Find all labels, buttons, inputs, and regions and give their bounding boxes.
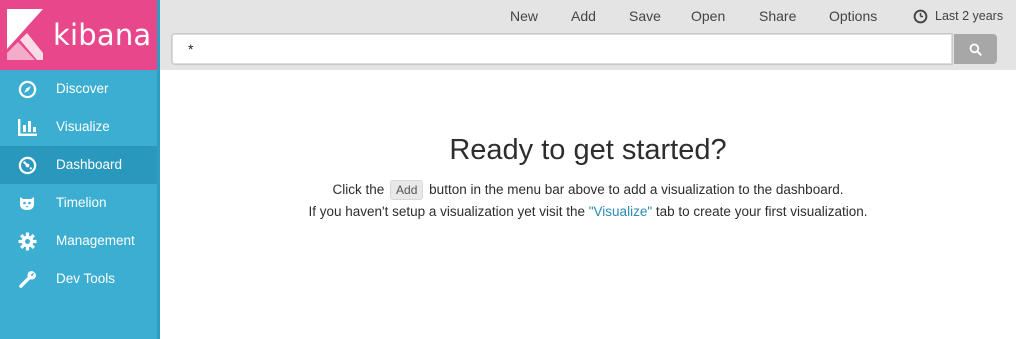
sidebar-item-label: Timelion xyxy=(56,195,107,210)
instruction-text: Click the xyxy=(332,182,385,197)
kibana-logo-icon xyxy=(7,9,43,60)
kibana-logo[interactable]: kibana xyxy=(0,0,160,70)
gear-icon xyxy=(17,231,37,251)
help-text: If you haven't setup a visualization yet… xyxy=(308,204,585,219)
options-button[interactable]: Options xyxy=(829,7,877,25)
open-button[interactable]: Open xyxy=(691,7,725,25)
search-input[interactable] xyxy=(171,33,953,65)
share-button[interactable]: Share xyxy=(759,7,796,25)
add-button[interactable]: Add xyxy=(571,7,596,25)
bar-chart-icon xyxy=(17,118,37,136)
sidebar-item-label: Visualize xyxy=(56,119,110,134)
compass-icon xyxy=(17,80,37,98)
sidebar-item-dashboard[interactable]: Dashboard xyxy=(0,146,157,184)
sidebar-item-timelion[interactable]: Timelion xyxy=(0,184,157,222)
sidebar: kibana Discover Visualize Dashboard Time… xyxy=(0,0,160,339)
sidebar-item-label: Discover xyxy=(56,81,109,96)
time-range-label: Last 2 years xyxy=(935,9,1004,23)
time-picker[interactable]: Last 2 years xyxy=(913,7,1003,25)
sidebar-item-visualize[interactable]: Visualize xyxy=(0,108,157,146)
top-menu: New Add Save Open Share Options Last 2 y… xyxy=(160,7,1016,27)
dashboard-empty-state: Ready to get started? Click the Add butt… xyxy=(160,70,1016,339)
empty-state-help: If you haven't setup a visualization yet… xyxy=(160,201,1016,223)
sidebar-item-management[interactable]: Management xyxy=(0,222,157,260)
empty-state-instruction: Click the Add button in the menu bar abo… xyxy=(160,179,1016,201)
clock-icon xyxy=(913,9,928,23)
sidebar-item-label: Management xyxy=(56,233,135,248)
brand-name: kibana xyxy=(53,18,152,52)
sidebar-item-dev-tools[interactable]: Dev Tools xyxy=(0,260,157,298)
search-button[interactable] xyxy=(954,34,997,64)
help-text: tab to create your first visualization. xyxy=(655,204,868,219)
gauge-icon xyxy=(17,156,37,174)
visualize-link[interactable]: "Visualize" xyxy=(589,204,652,219)
sidebar-item-label: Dev Tools xyxy=(56,271,116,286)
top-bar: New Add Save Open Share Options Last 2 y… xyxy=(160,0,1016,70)
search-icon xyxy=(969,43,982,56)
sidebar-item-label: Dashboard xyxy=(56,157,123,172)
wrench-icon xyxy=(17,270,37,288)
instruction-text: button in the menu bar above to add a vi… xyxy=(429,182,844,197)
empty-state-headline: Ready to get started? xyxy=(449,134,727,166)
timelion-icon xyxy=(17,194,37,212)
sidebar-item-discover[interactable]: Discover xyxy=(0,70,157,108)
save-button[interactable]: Save xyxy=(629,7,661,25)
new-button[interactable]: New xyxy=(510,7,538,25)
search-bar xyxy=(171,33,997,65)
add-key-hint: Add xyxy=(390,180,424,200)
sidebar-nav: Discover Visualize Dashboard Timelion Ma… xyxy=(0,70,157,298)
